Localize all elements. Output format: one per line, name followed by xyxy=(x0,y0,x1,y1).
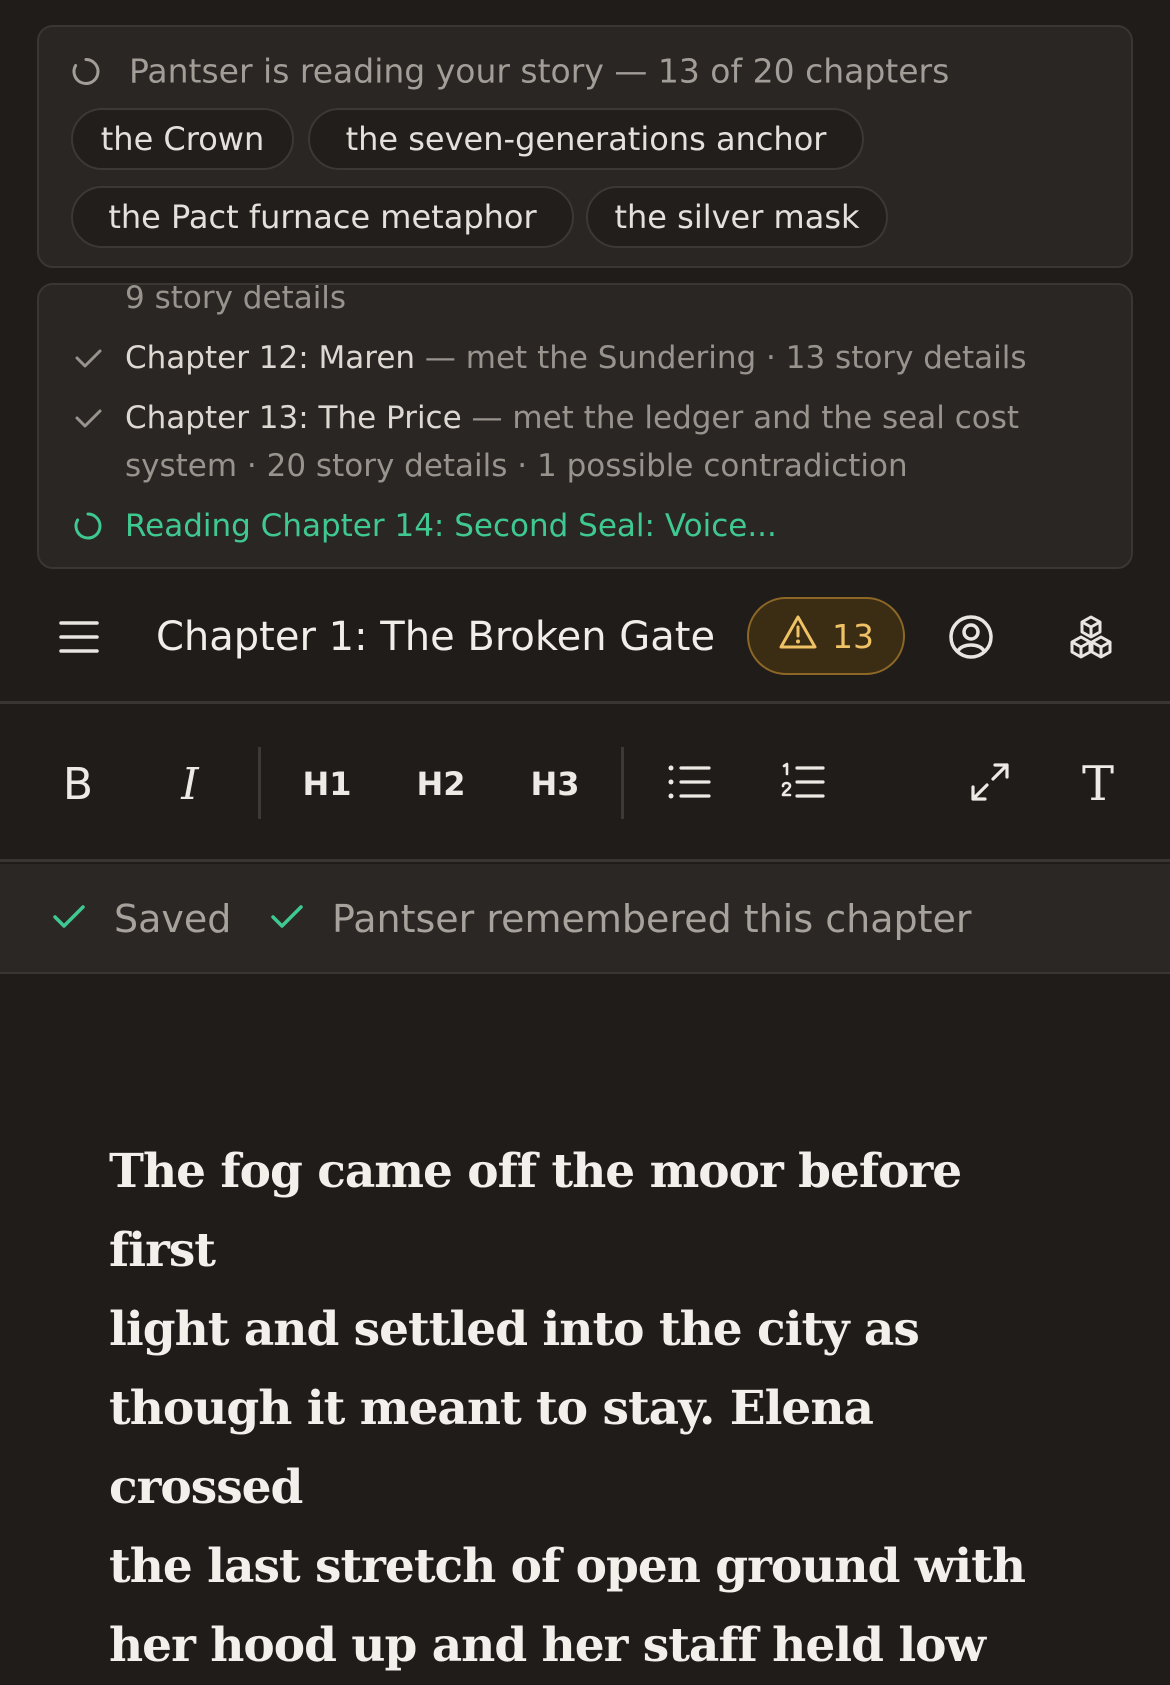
log-entry-detail-continued: system · 20 story details · 1 possible c… xyxy=(125,448,908,484)
log-partial-line: 9 story details xyxy=(125,283,347,316)
detail-chip[interactable]: the Pact furnace metaphor xyxy=(71,186,574,248)
loading-spinner-icon xyxy=(73,511,103,541)
numbered-list-button[interactable] xyxy=(773,759,833,809)
log-entry-detail: — met the ledger and the seal cost xyxy=(461,400,1020,436)
italic-button[interactable]: I xyxy=(160,759,220,810)
chapter-header: Chapter 1: The Broken Gate 13 xyxy=(0,590,1170,704)
log-entry-title: Chapter 13: The Price xyxy=(125,400,462,436)
log-entry-title: Chapter 12: Maren xyxy=(125,340,416,376)
warnings-button[interactable]: 13 xyxy=(747,597,905,675)
saved-label: Saved xyxy=(114,897,232,941)
expand-icon xyxy=(969,761,1011,807)
editor-line: light and settled into the city as xyxy=(109,1302,920,1357)
reading-log-card: 9 story details Chapter 12: Maren — met … xyxy=(37,283,1133,569)
progress-status-text: Pantser is reading your story — 13 of 20… xyxy=(129,51,950,91)
chapter-title[interactable]: Chapter 1: The Broken Gate xyxy=(156,614,715,660)
detail-chip[interactable]: the seven-generations anchor xyxy=(308,108,864,170)
check-icon xyxy=(270,897,304,941)
check-icon xyxy=(73,343,103,373)
editor-line: The fog came off the moor before first xyxy=(109,1144,962,1278)
heading3-button[interactable]: H3 xyxy=(525,759,585,809)
fullscreen-button[interactable] xyxy=(960,759,1020,809)
story-bible-button[interactable] xyxy=(1066,614,1116,664)
heading2-button[interactable]: H2 xyxy=(411,759,471,809)
warning-icon xyxy=(778,614,818,658)
detail-chip[interactable]: the silver mask xyxy=(586,186,888,248)
bold-button[interactable]: B xyxy=(48,759,108,810)
formatting-toolbar: B I H1 H2 H3 T xyxy=(0,705,1170,862)
log-reading-line: Reading Chapter 14: Second Seal: Voice..… xyxy=(125,508,777,544)
warning-count: 13 xyxy=(832,616,874,656)
bullet-list-icon xyxy=(667,763,711,805)
detail-chip[interactable]: the Crown xyxy=(71,108,294,170)
check-icon xyxy=(52,897,86,941)
saved-status: Saved xyxy=(52,897,231,941)
menu-icon xyxy=(59,619,99,659)
log-entry: Chapter 12: Maren — met the Sundering · … xyxy=(125,334,1027,382)
cubes-icon xyxy=(1067,613,1115,665)
editor-line: her hood up and her staff held low xyxy=(109,1618,986,1673)
heading1-button[interactable]: H1 xyxy=(297,759,357,809)
log-entry: Chapter 13: The Price — met the ledger a… xyxy=(125,394,1019,442)
toolbar-divider xyxy=(258,747,261,819)
menu-button[interactable] xyxy=(58,618,100,660)
numbered-list-icon xyxy=(781,762,825,806)
editor-line: though it meant to stay. Elena crossed xyxy=(109,1381,874,1515)
reading-progress-card: Pantser is reading your story — 13 of 20… xyxy=(37,25,1133,268)
save-status-bar: Saved Pantser remembered this chapter xyxy=(0,864,1170,974)
progress-header: Pantser is reading your story — 13 of 20… xyxy=(71,52,949,91)
log-entry-detail: — met the Sundering · 13 story details xyxy=(415,340,1027,376)
loading-spinner-icon xyxy=(71,56,101,86)
remembered-label: Pantser remembered this chapter xyxy=(332,897,972,941)
editor-line: the last stretch of open ground with xyxy=(109,1539,1026,1594)
chapter-editor[interactable]: The fog came off the moor before first l… xyxy=(109,1132,1069,1685)
profile-button[interactable] xyxy=(946,614,996,664)
bullet-list-button[interactable] xyxy=(659,759,719,809)
profile-icon xyxy=(947,613,995,665)
text-style-button[interactable]: T xyxy=(1068,756,1128,812)
check-icon xyxy=(73,403,103,433)
remembered-status: Pantser remembered this chapter xyxy=(270,897,972,941)
toolbar-divider xyxy=(621,747,624,819)
